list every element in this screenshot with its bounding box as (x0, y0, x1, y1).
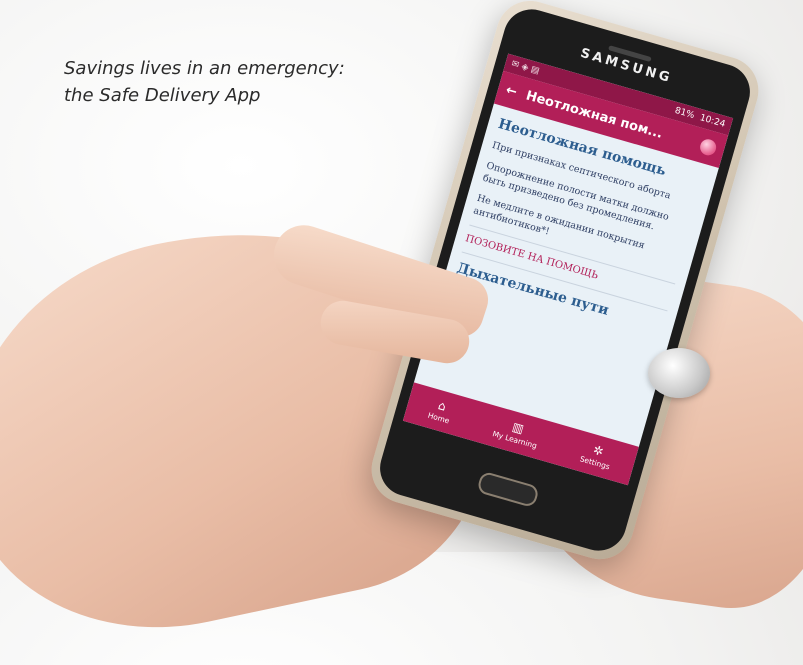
nav-my-learning[interactable]: ▥ My Learning (492, 415, 542, 450)
gear-icon: ✲ (591, 442, 606, 459)
battery-level: 81% (673, 105, 696, 122)
app-logo-icon[interactable] (698, 137, 719, 158)
arrow-left-icon[interactable]: ← (504, 82, 519, 99)
photo-scene: Savings lives in an emergency: the Safe … (0, 0, 803, 665)
nav-home[interactable]: ⌂ Home (427, 397, 455, 425)
book-icon: ▥ (510, 419, 526, 436)
bottom-navigation: ⌂ Home ▥ My Learning ✲ Settings (402, 382, 639, 486)
nav-home-label: Home (426, 410, 451, 425)
phone-home-button[interactable] (476, 470, 540, 509)
caption-line-1: Savings lives in an emergency: (64, 58, 345, 79)
home-icon: ⌂ (436, 397, 448, 414)
caption-line-2: the Safe Delivery App (64, 85, 261, 106)
nav-settings[interactable]: ✲ Settings (579, 440, 615, 471)
silver-ring (648, 348, 710, 398)
photo-caption: Savings lives in an emergency: the Safe … (64, 55, 384, 109)
